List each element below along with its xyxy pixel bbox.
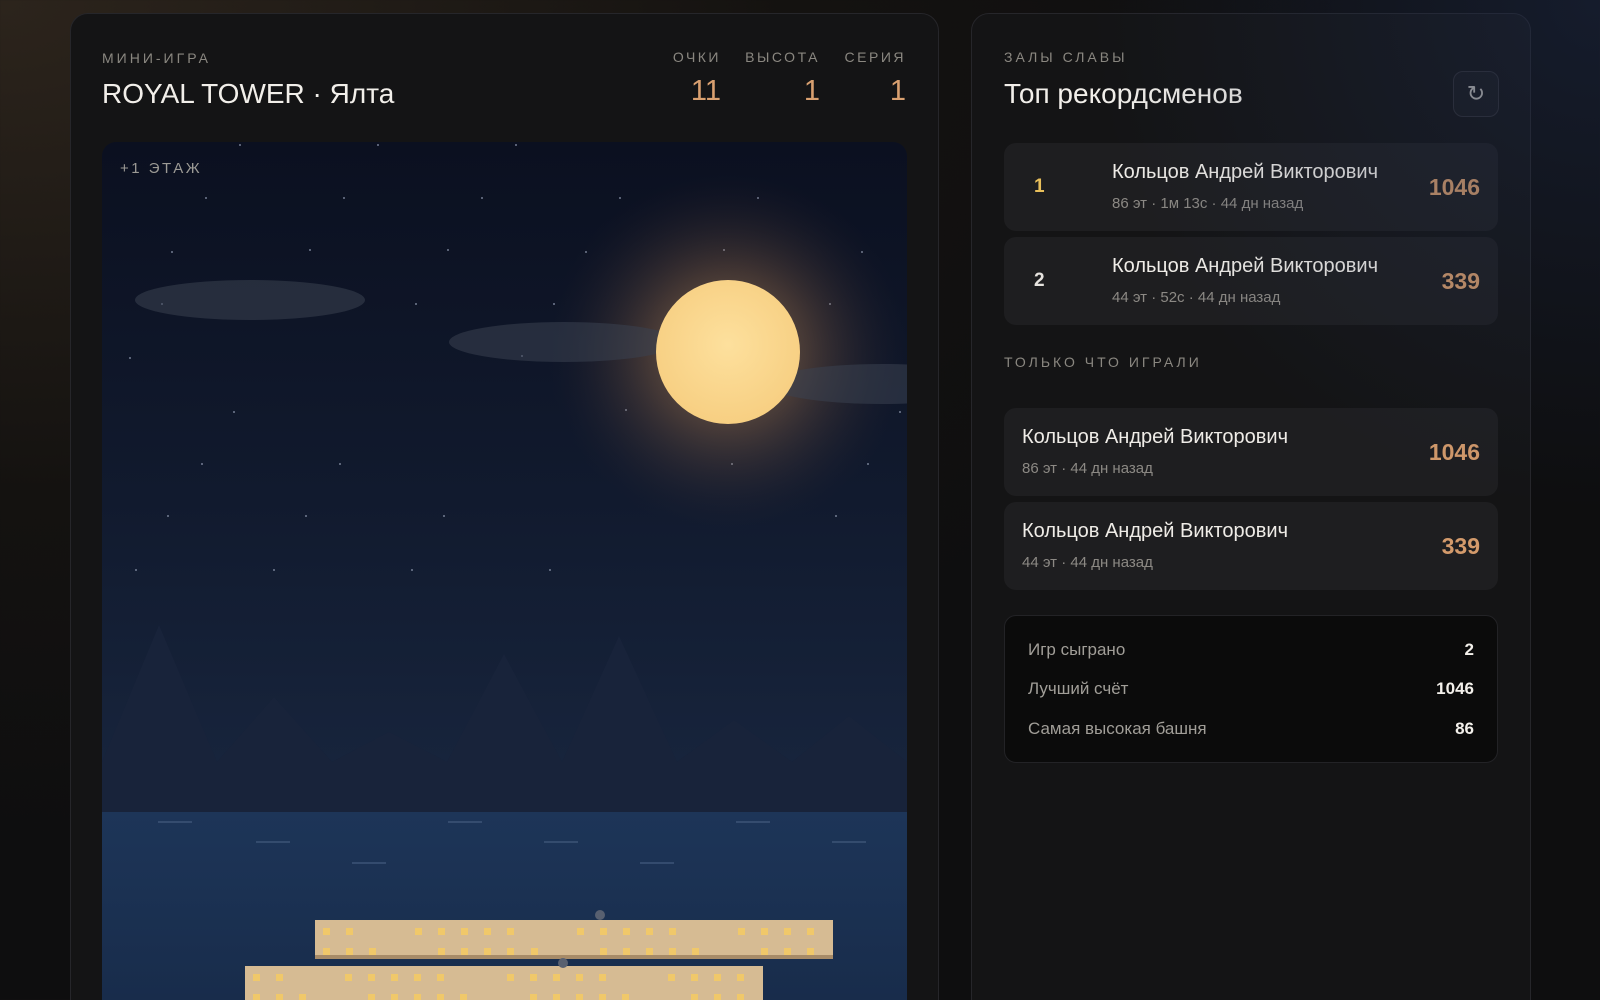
player-name: Кольцов Андрей Викторович bbox=[1022, 426, 1288, 448]
stat-score: ОЧКИ 11 bbox=[673, 49, 721, 108]
stat-height: ВЫСОТА 1 bbox=[745, 49, 820, 108]
player-name: Кольцов Андрей Викторович bbox=[1112, 255, 1378, 277]
recent-meta: 86 эт · 44 дн назад bbox=[1022, 460, 1153, 477]
game-canvas[interactable]: +1 ЭТАЖ bbox=[102, 142, 907, 1000]
player-name: Кольцов Андрей Викторович bbox=[1112, 161, 1378, 183]
game-title: ROYAL TOWER · Ялта bbox=[102, 78, 395, 109]
summary-label: Самая высокая башня bbox=[1028, 719, 1207, 738]
rank-number: 2 bbox=[1034, 270, 1045, 291]
recent-row[interactable]: Кольцов Андрей Викторович 86 эт · 44 дн … bbox=[1004, 408, 1498, 496]
game-overline: МИНИ-ИГРА bbox=[102, 50, 211, 66]
summary-label: Лучший счёт bbox=[1028, 679, 1129, 698]
hall-of-fame-panel: ЗАЛЫ СЛАВЫ Топ рекордсменов ↻ 1 Кольцов … bbox=[971, 13, 1531, 1000]
game-scene bbox=[102, 144, 907, 1000]
stat-streak-label: СЕРИЯ bbox=[844, 49, 906, 65]
stat-streak-value: 1 bbox=[889, 75, 906, 107]
record-score: 339 bbox=[1441, 268, 1480, 294]
summary-row-best: Лучший счёт 1046 bbox=[1028, 679, 1474, 703]
recent-title: ТОЛЬКО ЧТО ИГРАЛИ bbox=[1004, 354, 1202, 370]
summary-row-tower: Самая высокая башня 86 bbox=[1028, 719, 1474, 743]
rank-number: 1 bbox=[1034, 176, 1045, 197]
summary-stats: Игр сыграно 2 Лучший счёт 1046 Самая выс… bbox=[1004, 615, 1498, 763]
stat-score-value: 11 bbox=[690, 75, 721, 107]
refresh-button[interactable]: ↻ bbox=[1453, 71, 1499, 117]
leaderboard-row[interactable]: 2 Кольцов Андрей Викторович 44 эт · 52с … bbox=[1004, 237, 1498, 325]
hall-title: Топ рекордсменов bbox=[1004, 78, 1243, 109]
hall-overline: ЗАЛЫ СЛАВЫ bbox=[1004, 49, 1128, 65]
record-meta: 44 эт · 52с · 44 дн назад bbox=[1112, 289, 1281, 306]
summary-row-games: Игр сыграно 2 bbox=[1028, 640, 1474, 664]
record-score: 1046 bbox=[1428, 174, 1480, 200]
stat-streak: СЕРИЯ 1 bbox=[845, 49, 906, 108]
summary-value: 2 bbox=[1464, 640, 1474, 659]
floor-indicator: +1 ЭТАЖ bbox=[120, 160, 203, 177]
stat-score-label: ОЧКИ bbox=[672, 49, 721, 65]
stat-height-value: 1 bbox=[803, 75, 820, 107]
record-meta: 86 эт · 1м 13с · 44 дн назад bbox=[1112, 195, 1304, 212]
summary-label: Игр сыграно bbox=[1028, 640, 1126, 659]
moon bbox=[656, 280, 800, 424]
recent-score: 1046 bbox=[1428, 439, 1480, 465]
recent-meta: 44 эт · 44 дн назад bbox=[1022, 554, 1153, 571]
leaderboard-row[interactable]: 1 Кольцов Андрей Викторович 86 эт · 1м 1… bbox=[1004, 143, 1498, 231]
refresh-icon: ↻ bbox=[1466, 81, 1486, 106]
player-name: Кольцов Андрей Викторович bbox=[1022, 520, 1288, 542]
summary-value: 86 bbox=[1455, 719, 1474, 738]
game-panel: МИНИ-ИГРА ROYAL TOWER · Ялта ОЧКИ 11 ВЫС… bbox=[70, 13, 939, 1000]
stat-height-label: ВЫСОТА bbox=[745, 49, 820, 65]
summary-value: 1046 bbox=[1436, 679, 1474, 698]
recent-row[interactable]: Кольцов Андрей Викторович 44 эт · 44 дн … bbox=[1004, 502, 1498, 590]
recent-score: 339 bbox=[1441, 533, 1480, 559]
